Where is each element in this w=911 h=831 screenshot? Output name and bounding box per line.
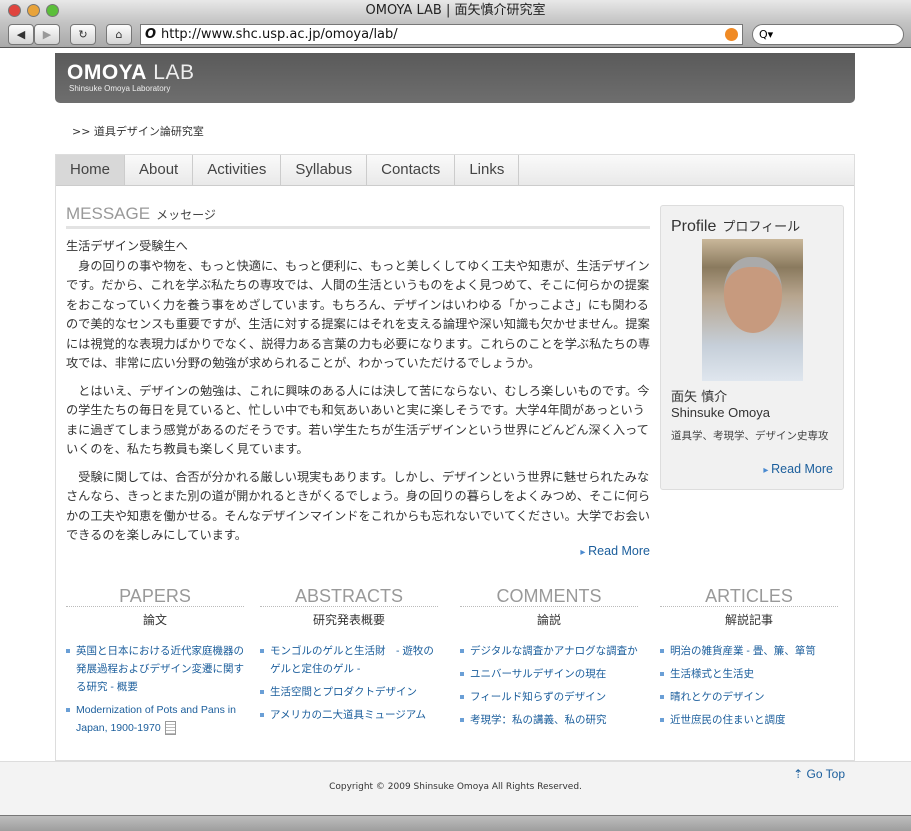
list-item[interactable]: アメリカの二大道具ミュージアム bbox=[260, 706, 438, 724]
go-top-label: Go Top bbox=[806, 767, 845, 781]
column-subtitle: 解説記事 bbox=[724, 613, 773, 627]
list-item[interactable]: モンゴルのゲルと生活財 - 遊牧のゲルと定住のゲル - bbox=[260, 642, 438, 678]
logo-bold: OMOYA bbox=[67, 61, 147, 84]
site-header: OMOYA LAB Shinsuke Omoya Laboratory bbox=[55, 53, 855, 103]
list-item[interactable]: 英国と日本における近代家庭機器の発展過程およびデザイン変遷に関する研究 - 概要 bbox=[66, 642, 244, 696]
nav-contacts[interactable]: Contacts bbox=[367, 155, 456, 185]
list-item[interactable]: 生活様式と生活史 bbox=[660, 665, 838, 683]
profile-box: Profile プロフィール 面矢 慎介 Shinsuke Omoya 道具学、考… bbox=[660, 205, 844, 490]
url-text: http://www.shc.usp.ac.jp/omoya/lab/ bbox=[161, 27, 398, 42]
articles-column: ARTICLES 解説記事 明治の雑貨産業 - 畳、簾、箪笥 生活様式と生活史 … bbox=[660, 586, 838, 734]
address-bar[interactable]: Ohttp://www.shc.usp.ac.jp/omoya/lab/ bbox=[140, 24, 743, 45]
profile-title-ja: プロフィール bbox=[722, 219, 801, 234]
comments-column: COMMENTS 論説 デジタルな調査かアナログな調査か ユニバーサルデザインの… bbox=[460, 586, 638, 734]
nav-activities[interactable]: Activities bbox=[193, 155, 282, 185]
list-item[interactable]: デジタルな調査かアナログな調査か bbox=[460, 642, 638, 660]
profile-photo bbox=[702, 239, 803, 381]
logo-subtitle: Shinsuke Omoya Laboratory bbox=[69, 84, 171, 93]
window-title: OMOYA LAB | 面矢慎介研究室 bbox=[365, 3, 546, 18]
forward-button[interactable]: ▶ bbox=[34, 24, 60, 45]
profile-name-en: Shinsuke Omoya bbox=[671, 405, 770, 420]
close-window-button[interactable] bbox=[8, 4, 21, 17]
papers-column: PAPERS 論文 英国と日本における近代家庭機器の発展過程およびデザイン変遷に… bbox=[66, 586, 244, 742]
breadcrumb: >> 道具デザイン論研究室 bbox=[72, 125, 204, 138]
list-item[interactable]: 考現学：私の講義、私の研究 bbox=[460, 711, 638, 729]
list-item[interactable]: 生活空間とプロダクトデザイン bbox=[260, 683, 438, 701]
list-item[interactable]: 明治の雑貨産業 - 畳、簾、箪笥 bbox=[660, 642, 838, 660]
nav-home[interactable]: Home bbox=[56, 155, 126, 185]
message-body: 生活デザイン受験生へ 身の回りの事や物を、もっと快適に、もっと便利に、もっと美し… bbox=[66, 237, 656, 554]
zoom-window-button[interactable] bbox=[46, 4, 59, 17]
list-item[interactable]: 晴れとケのデザイン bbox=[660, 688, 838, 706]
message-paragraph: 生活デザイン受験生へ 身の回りの事や物を、もっと快適に、もっと便利に、もっと美し… bbox=[66, 239, 651, 370]
profile-heading: Profile プロフィール bbox=[671, 216, 800, 236]
site-logo[interactable]: OMOYA LAB bbox=[67, 61, 194, 85]
abstracts-column: ABSTRACTS 研究発表概要 モンゴルのゲルと生活財 - 遊牧のゲルと定住の… bbox=[260, 586, 438, 729]
document-icon[interactable] bbox=[164, 721, 176, 736]
search-input[interactable]: Q▾ bbox=[752, 24, 904, 45]
home-icon[interactable]: ⌂ bbox=[106, 24, 132, 45]
column-title: COMMENTS bbox=[460, 586, 638, 607]
minimize-window-button[interactable] bbox=[27, 4, 40, 17]
list-item[interactable]: ユニバーサルデザインの現在 bbox=[460, 665, 638, 683]
item-link[interactable]: 英国と日本における近代家庭機器の発展過程およびデザイン変遷に関する研究 - 概要 bbox=[76, 645, 244, 693]
nav-syllabus[interactable]: Syllabus bbox=[281, 155, 368, 185]
main-nav: Home About Activities Syllabus Contacts … bbox=[55, 154, 855, 186]
nav-about[interactable]: About bbox=[125, 155, 194, 185]
profile-read-more-link[interactable]: Read More bbox=[763, 462, 833, 476]
copyright: Copyright © 2009 Shinsuke Omoya All Righ… bbox=[329, 782, 582, 792]
reload-button[interactable]: ↻ bbox=[70, 24, 96, 45]
message-heading: MESSAGE メッセージ bbox=[66, 204, 650, 229]
site-icon: O bbox=[145, 27, 157, 42]
window-controls bbox=[8, 4, 59, 17]
profile-description: 道具学、考現学、デザイン史専攻 bbox=[671, 430, 829, 442]
message-read-more-link[interactable]: Read More bbox=[580, 544, 650, 558]
column-title: PAPERS bbox=[66, 586, 244, 607]
column-subtitle: 論文 bbox=[142, 613, 167, 627]
footer: ⇡ Go Top Copyright © 2009 Shinsuke Omoya… bbox=[0, 761, 911, 815]
message-paragraph: とはいえ、デザインの勉強は、これに興味のある人には決して苦にならない、むしろ楽し… bbox=[66, 383, 650, 457]
profile-title-en: Profile bbox=[671, 218, 717, 235]
column-subtitle: 論説 bbox=[536, 613, 561, 627]
column-subtitle: 研究発表概要 bbox=[312, 613, 385, 627]
back-button[interactable]: ◀ bbox=[8, 24, 34, 45]
browser-toolbar: ◀ ▶ ↻ ⌂ Ohttp://www.shc.usp.ac.jp/omoya/… bbox=[0, 22, 911, 48]
snapback-icon[interactable] bbox=[725, 28, 738, 41]
search-icon: Q▾ bbox=[759, 28, 774, 41]
item-link[interactable]: Modernization of Pots and Pans in Japan,… bbox=[76, 704, 236, 734]
message-title-ja: メッセージ bbox=[156, 208, 216, 222]
column-title: ABSTRACTS bbox=[260, 586, 438, 607]
list-item[interactable]: フィールド知らずのデザイン bbox=[460, 688, 638, 706]
list-item[interactable]: 近世庶民の住まいと調度 bbox=[660, 711, 838, 729]
portrait-face bbox=[724, 257, 782, 333]
column-title: ARTICLES bbox=[660, 586, 838, 607]
message-title-en: MESSAGE bbox=[66, 204, 151, 223]
logo-thin: LAB bbox=[153, 61, 195, 84]
status-bar bbox=[0, 815, 911, 831]
go-top-link[interactable]: ⇡ Go Top bbox=[793, 767, 845, 781]
window-titlebar: OMOYA LAB | 面矢慎介研究室 bbox=[0, 0, 911, 22]
up-arrow-icon: ⇡ bbox=[793, 767, 807, 781]
nav-links[interactable]: Links bbox=[455, 155, 520, 185]
profile-name-ja: 面矢 慎介 bbox=[671, 390, 728, 405]
list-item[interactable]: Modernization of Pots and Pans in Japan,… bbox=[66, 701, 244, 737]
message-paragraph: 受験に関しては、合否が分かれる厳しい現実もあります。しかし、デザインという世界に… bbox=[66, 469, 651, 543]
